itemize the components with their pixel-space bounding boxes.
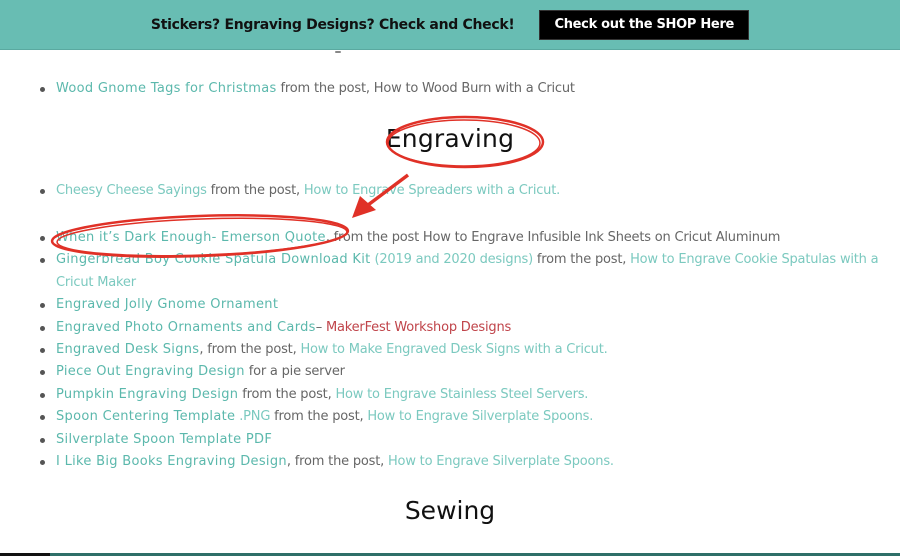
jolly-gnome-link[interactable]: Engraved Jolly Gnome Ornament xyxy=(56,297,278,312)
sewing-heading: Sewing xyxy=(404,496,496,525)
promo-text: Stickers? Engraving Designs? Check and C… xyxy=(150,16,515,33)
pumpkin-design-link[interactable]: Pumpkin Engraving Design xyxy=(56,387,238,402)
list-item: Spoon Centering Template .PNG from the p… xyxy=(38,406,888,428)
list-item: Engraved Jolly Gnome Ornament xyxy=(38,294,888,316)
list-item: Gingerbread Boy Cookie Spatula Download … xyxy=(38,249,888,294)
spoon-centering-link[interactable]: Spoon Centering Template xyxy=(56,409,235,424)
emerson-quote-link[interactable]: When it’s Dark Enough- Emerson Quote xyxy=(56,230,326,245)
wood-gnome-tags-link[interactable]: Wood Gnome Tags for Christmas xyxy=(56,81,277,96)
shop-button[interactable]: Check out the SHOP Here xyxy=(539,9,750,40)
makerfest-link[interactable]: MakerFest Workshop Designs xyxy=(326,320,511,335)
cheesy-sayings-link[interactable]: Cheesy Cheese Sayings xyxy=(56,183,207,198)
item-description: , from the post, xyxy=(199,342,301,358)
item-description: , from the post, xyxy=(286,454,388,470)
big-books-link[interactable]: I Like Big Books Engraving Design xyxy=(56,454,287,469)
item-description: from the post, xyxy=(270,409,368,425)
list-item: Piece Out Engraving Design for a pie ser… xyxy=(38,361,888,383)
gingerbread-kit-link[interactable]: Gingerbread Boy Cookie Spatula Download … xyxy=(56,252,371,267)
desk-signs-link[interactable]: Engraved Desk Signs xyxy=(56,342,199,357)
spoon-template-pdf-link[interactable]: Silverplate Spoon Template PDF xyxy=(56,432,272,447)
promo-banner: Stickers? Engraving Designs? Check and C… xyxy=(0,0,900,50)
item-description: – xyxy=(315,319,326,335)
gingerbread-designs-link[interactable]: (2019 and 2020 designs) xyxy=(371,252,533,267)
item-description: from the post, xyxy=(238,386,336,402)
list-item: Silverplate Spoon Template PDF xyxy=(38,429,888,451)
item-description: for a pie server xyxy=(244,364,345,380)
engraving-heading: Engraving xyxy=(385,124,515,153)
item-description: from the post, xyxy=(532,252,631,268)
woodburn-list: Wood Gnome Tags for Christmas from the p… xyxy=(38,78,575,100)
piece-out-link[interactable]: Piece Out Engraving Design xyxy=(56,364,245,379)
engraving-list: When it’s Dark Enough- Emerson Quote, fr… xyxy=(38,227,888,473)
item-description: , from the post How to Engrave Infusible… xyxy=(325,230,781,245)
scroll-peek-mark xyxy=(335,51,341,53)
list-item: Pumpkin Engraving Design from the post, … xyxy=(38,384,888,406)
photo-ornaments-link[interactable]: Engraved Photo Ornaments and Cards xyxy=(56,320,316,335)
spoon-png-link[interactable]: .PNG xyxy=(235,409,270,424)
list-item: Engraved Photo Ornaments and Cards– Make… xyxy=(38,317,888,339)
desk-signs-post-link[interactable]: How to Make Engraved Desk Signs with a C… xyxy=(300,342,607,357)
list-item: Wood Gnome Tags for Christmas from the p… xyxy=(38,78,575,100)
item-description: from the post, xyxy=(206,183,304,198)
silverplate-spoons-post-link[interactable]: How to Engrave Silverplate Spoons. xyxy=(367,409,593,424)
list-item: Engraved Desk Signs, from the post, How … xyxy=(38,339,888,361)
silverplate-spoons-post-link-2[interactable]: How to Engrave Silverplate Spoons. xyxy=(388,454,614,469)
list-item: Cheesy Cheese Sayings from the post, How… xyxy=(38,180,560,202)
cheesy-list: Cheesy Cheese Sayings from the post, How… xyxy=(38,180,560,202)
spreaders-post-link[interactable]: How to Engrave Spreaders with a Cricut. xyxy=(304,183,560,198)
stainless-servers-post-link[interactable]: How to Engrave Stainless Steel Servers. xyxy=(335,387,588,402)
list-item: I Like Big Books Engraving Design, from … xyxy=(38,451,888,473)
item-description: from the post, How to Wood Burn with a C… xyxy=(276,81,575,96)
list-item: When it’s Dark Enough- Emerson Quote, fr… xyxy=(38,227,888,249)
